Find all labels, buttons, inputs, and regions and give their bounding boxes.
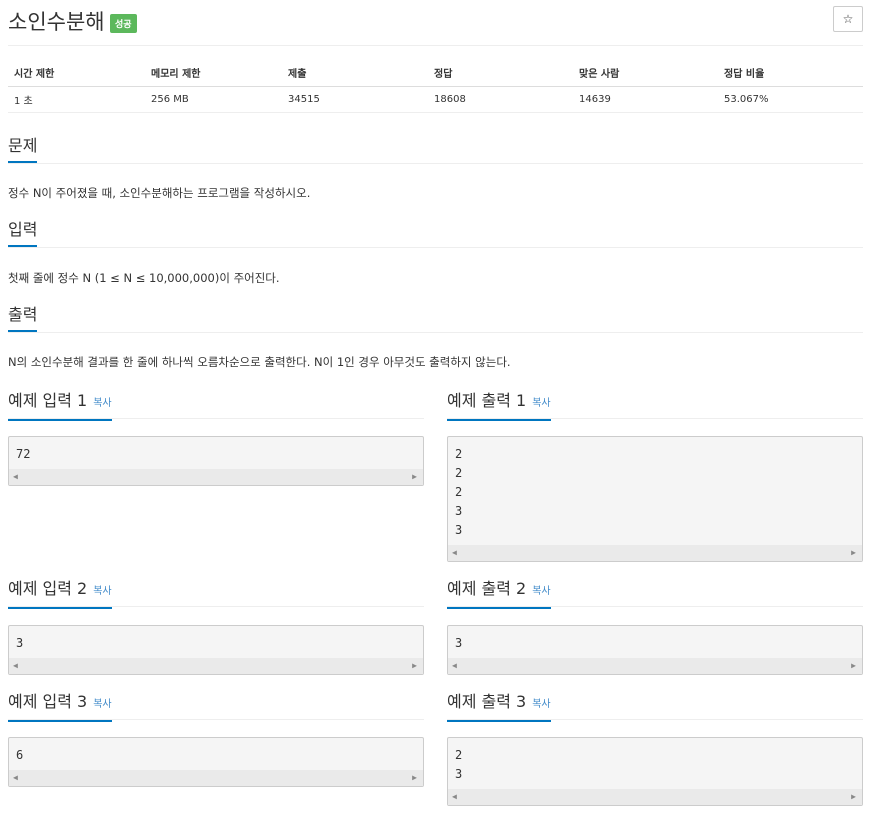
info-header-row: 시간 제한 메모리 제한 제출 정답 맞은 사람 정답 비율 [8, 60, 863, 87]
sample-output-3-line: 2 [455, 748, 463, 762]
problem-title: 소인수분해 [8, 10, 105, 34]
input-heading: 입력 [8, 220, 38, 247]
value-accept-ratio: 53.067% [718, 86, 863, 113]
scroll-left-icon[interactable]: ◀ [13, 472, 18, 481]
scroll-right-icon[interactable]: ▶ [412, 661, 417, 670]
problem-description: 정수 N이 주어졌을 때, 소인수분해하는 프로그램을 작성하시오. [8, 186, 311, 200]
scroll-right-icon[interactable]: ▶ [412, 773, 417, 782]
scroll-left-icon[interactable]: ◀ [452, 661, 457, 670]
sample-output-1-box[interactable]: 2 2 2 3 3 ◀ ▶ [447, 436, 863, 562]
input-section-header: 입력 [8, 220, 863, 248]
input-description: 첫째 줄에 정수 N (1 ≤ N ≤ 10,000,000)이 주어진다. [8, 271, 280, 285]
title-row: 소인수분해 성공 ☆ [8, 4, 863, 46]
value-solvers[interactable]: 14639 [573, 86, 718, 113]
output-section-header: 출력 [8, 305, 863, 333]
value-accepted[interactable]: 18608 [428, 86, 573, 113]
sample-input-1-box[interactable]: 72 ◀ ▶ [8, 436, 424, 486]
sample-input-1-heading: 예제 입력 1 [8, 391, 88, 410]
copy-sample-input-2-link[interactable]: 복사 [93, 586, 111, 597]
sample-output-1-header: 예제 출력 1 복사 [447, 391, 863, 421]
header-solvers: 맞은 사람 [573, 60, 718, 87]
problem-section-header: 문제 [8, 136, 863, 164]
sample-input-2-line: 3 [16, 636, 24, 650]
info-value-row: 1 초 256 MB 34515 18608 14639 53.067% [8, 86, 863, 113]
problem-info-table: 시간 제한 메모리 제한 제출 정답 맞은 사람 정답 비율 1 초 256 M… [8, 60, 863, 113]
sample-output-1-line: 3 [455, 523, 463, 537]
scroll-right-icon[interactable]: ▶ [412, 472, 417, 481]
scroll-left-icon[interactable]: ◀ [13, 773, 18, 782]
sample-output-1-line: 3 [455, 504, 463, 518]
scroll-right-icon[interactable]: ▶ [851, 548, 856, 557]
star-icon: ☆ [842, 12, 854, 26]
sample-output-3-line: 3 [455, 767, 463, 781]
status-badge: 성공 [110, 14, 137, 33]
copy-sample-input-1-link[interactable]: 복사 [93, 398, 111, 409]
output-description: N의 소인수분해 결과를 한 줄에 하나씩 오름차순으로 출력한다. N이 1인… [8, 355, 511, 369]
output-heading: 출력 [8, 305, 38, 332]
sample-output-1-line: 2 [455, 485, 463, 499]
horizontal-scrollbar[interactable]: ◀ ▶ [9, 469, 423, 485]
sample-output-1-line: 2 [455, 466, 463, 480]
sample-output-1-heading: 예제 출력 1 [447, 391, 527, 410]
header-memory-limit: 메모리 제한 [145, 60, 282, 87]
sample-input-3-box[interactable]: 6 ◀ ▶ [8, 737, 424, 787]
copy-sample-output-1-link[interactable]: 복사 [532, 398, 550, 409]
sample-output-3-heading: 예제 출력 3 [447, 692, 527, 711]
sample-output-2-heading: 예제 출력 2 [447, 579, 527, 598]
value-memory-limit: 256 MB [145, 86, 282, 113]
sample-output-1-line: 2 [455, 447, 463, 461]
value-time-limit: 1 초 [8, 86, 145, 113]
sample-input-1-header: 예제 입력 1 복사 [8, 391, 424, 421]
sample-output-2-box[interactable]: 3 ◀ ▶ [447, 625, 863, 675]
problem-heading: 문제 [8, 136, 38, 163]
sample-input-3-header: 예제 입력 3 복사 [8, 692, 424, 722]
sample-input-3-heading: 예제 입력 3 [8, 692, 88, 711]
horizontal-scrollbar[interactable]: ◀ ▶ [448, 545, 862, 561]
horizontal-scrollbar[interactable]: ◀ ▶ [9, 770, 423, 786]
horizontal-scrollbar[interactable]: ◀ ▶ [448, 789, 862, 805]
scroll-right-icon[interactable]: ▶ [851, 792, 856, 801]
horizontal-scrollbar[interactable]: ◀ ▶ [9, 658, 423, 674]
sample-output-2-header: 예제 출력 2 복사 [447, 579, 863, 609]
sample-input-2-header: 예제 입력 2 복사 [8, 579, 424, 609]
sample-output-3-box[interactable]: 2 3 ◀ ▶ [447, 737, 863, 806]
copy-sample-input-3-link[interactable]: 복사 [93, 699, 111, 710]
scroll-right-icon[interactable]: ▶ [851, 661, 856, 670]
sample-output-2-line: 3 [455, 636, 463, 650]
sample-output-3-header: 예제 출력 3 복사 [447, 692, 863, 722]
scroll-left-icon[interactable]: ◀ [452, 548, 457, 557]
sample-input-3-line: 6 [16, 748, 24, 762]
sample-input-2-box[interactable]: 3 ◀ ▶ [8, 625, 424, 675]
header-accepted: 정답 [428, 60, 573, 87]
sample-input-2-heading: 예제 입력 2 [8, 579, 88, 598]
value-submissions[interactable]: 34515 [282, 86, 428, 113]
sample-input-1-line: 72 [16, 447, 31, 461]
favorite-button[interactable]: ☆ [833, 6, 863, 32]
header-submissions: 제출 [282, 60, 428, 87]
header-time-limit: 시간 제한 [8, 60, 145, 87]
copy-sample-output-3-link[interactable]: 복사 [532, 699, 550, 710]
scroll-left-icon[interactable]: ◀ [13, 661, 18, 670]
scroll-left-icon[interactable]: ◀ [452, 792, 457, 801]
copy-sample-output-2-link[interactable]: 복사 [532, 586, 550, 597]
header-accept-ratio: 정답 비율 [718, 60, 863, 87]
horizontal-scrollbar[interactable]: ◀ ▶ [448, 658, 862, 674]
